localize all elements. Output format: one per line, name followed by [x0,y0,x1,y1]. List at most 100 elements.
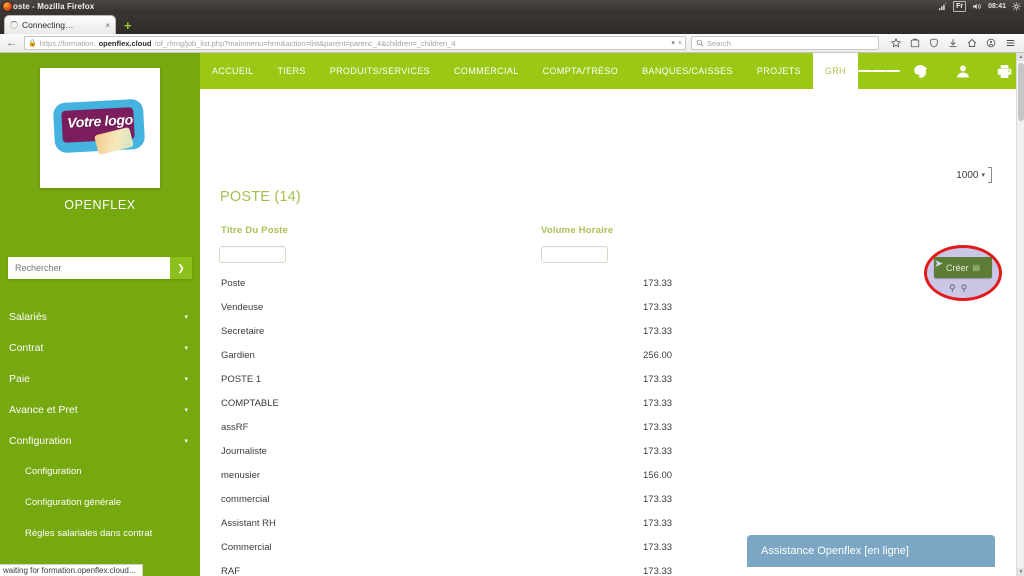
search-input[interactable] [8,257,170,279]
scroll-up-arrow-icon[interactable]: ▲ [1017,53,1024,61]
table-row[interactable]: Poste 173.33 [200,271,1016,295]
nav-item-projets[interactable]: PROJETS [745,53,813,89]
url-clear-icon[interactable]: × [678,40,682,47]
cell-titre: assRF [221,421,249,433]
palette-icon[interactable] [900,53,942,89]
cell-volume: 173.33 [643,421,673,433]
magnifier-icon[interactable]: ⚲ [961,283,968,294]
browser-nav-bar: ← 🔒 https://formation. openflex.cloud /o… [0,34,1024,53]
network-icon[interactable] [938,2,947,11]
app-nav-links: ACCUEIL TIERS PRODUITS/SERVICES COMMERCI… [200,53,858,89]
bookmark-star-icon[interactable] [891,38,901,48]
lock-icon: 🔒 [28,40,37,47]
clock[interactable]: 08:41 [988,3,1006,10]
pocket-icon[interactable] [910,38,920,48]
hamburger-menu-icon[interactable] [1005,38,1016,48]
cell-titre: Secretaire [221,325,265,337]
settings-gear-icon[interactable] [1012,2,1021,11]
table-row[interactable]: commercial 173.33 [200,487,1016,511]
nav-item-tiers[interactable]: TIERS [265,53,317,89]
sidebar-subitem-regles-salariales[interactable]: Règles salariales dans contrat [0,518,200,549]
page-size-selector[interactable]: 1000 ▾ [956,167,992,183]
new-tab-button[interactable]: + [124,19,132,32]
nav-item-commercial[interactable]: COMMERCIAL [442,53,531,89]
table-row[interactable]: Assistant RH 173.33 [200,511,1016,535]
cell-volume: 173.33 [643,325,673,337]
back-button[interactable]: ← [4,37,19,49]
chevron-down-icon[interactable]: ▾ [981,171,985,179]
shield-icon[interactable] [929,38,939,48]
filter-input-titre-du-poste[interactable] [219,246,286,263]
nav-item-grh[interactable]: GRH [812,53,858,89]
cell-titre: COMPTABLE [221,397,279,409]
scrollbar-thumb[interactable] [1018,63,1024,121]
sidebar-search[interactable]: ❯ [8,257,192,279]
sidebar-subitem-configuration[interactable]: Configuration [0,456,200,487]
table-row[interactable]: COMPTABLE 173.33 [200,391,1016,415]
cell-volume: 173.33 [643,493,673,505]
sidebar-item-label: Configuration [9,434,72,447]
keyboard-layout-indicator[interactable]: Fr [953,1,967,12]
browser-search-box[interactable]: Search [691,36,879,50]
sidebar-item-label: Paie [9,372,31,385]
table-row[interactable]: Vendeuse 173.33 [200,295,1016,319]
table-row[interactable]: Journaliste 173.33 [200,439,1016,463]
column-header-volume-horaire[interactable]: Volume Horaire [541,225,613,236]
cell-volume: 173.33 [643,373,673,385]
cell-titre: Journaliste [221,445,267,457]
account-icon[interactable] [986,38,996,48]
volume-icon[interactable] [972,2,982,11]
column-header-titre-du-poste[interactable]: Titre Du Poste [221,225,288,236]
os-title-bar: oste - Mozilla Firefox Fr 08:41 [0,0,1024,13]
system-tray: Fr 08:41 [938,1,1021,12]
table-row[interactable]: assRF 173.33 [200,415,1016,439]
home-icon[interactable] [967,38,977,48]
sidebar-item-salaries[interactable]: Salariés ▾ [0,301,200,332]
magnifier-icon[interactable]: ⚲ [949,283,956,294]
table-row[interactable]: Gardien 256.00 [200,343,1016,367]
logo-card: Votre logo [40,68,160,188]
annotation-highlight-circle: Créer ▤ ➤ ⚲ ⚲ [924,245,1002,301]
sidebar-item-label: Salariés [9,310,47,323]
user-icon[interactable] [942,53,984,89]
tab-close-icon[interactable]: × [105,21,110,30]
url-history-caret-icon[interactable]: ▾ [667,39,675,47]
address-bar[interactable]: 🔒 https://formation. openflex.cloud /of_… [24,36,686,50]
table-row[interactable]: POSTE 1 173.33 [200,367,1016,391]
cell-volume: 173.33 [643,301,673,313]
url-scheme-host-prefix: https://formation. [39,38,96,48]
search-icon [696,39,704,47]
page-size-value: 1000 [956,169,979,181]
assistance-chat-widget[interactable]: Assistance Openflex [en ligne] [747,535,995,567]
table-row[interactable]: Secretaire 173.33 [200,319,1016,343]
cell-titre: Poste [221,277,246,289]
table-row[interactable]: menusier 156.00 [200,463,1016,487]
browser-tab[interactable]: Connecting… × [4,15,116,34]
main-content: 1000 ▾ POSTE (14) Titre Du Poste Volume … [200,89,1016,576]
sidebar-item-contrat[interactable]: Contrat ▾ [0,332,200,363]
chevron-down-icon: ▾ [184,375,188,383]
sidebar-item-avance-et-pret[interactable]: Avance et Pret ▾ [0,394,200,425]
cell-volume: 173.33 [643,445,673,457]
cell-titre: RAF [221,565,240,576]
page-scrollbar[interactable]: ▲ ▼ [1016,53,1024,576]
votre-logo-image: Votre logo [52,97,148,159]
download-icon[interactable] [948,38,958,48]
hamburger-menu-icon[interactable] [857,53,900,89]
selector-bracket [988,167,992,183]
filter-input-volume-horaire[interactable] [541,246,608,263]
sidebar-item-configuration[interactable]: Configuration ▾ [0,425,200,456]
search-placeholder: Search [707,38,731,48]
nav-item-compta-treso[interactable]: COMPTA/TRÉSO [531,53,631,89]
nav-item-produits-services[interactable]: PRODUITS/SERVICES [318,53,442,89]
search-dropdown-icon[interactable]: ❯ [170,257,192,279]
scroll-down-arrow-icon[interactable]: ▼ [1017,568,1024,576]
sidebar-item-paie[interactable]: Paie ▾ [0,363,200,394]
nav-item-accueil[interactable]: ACCUEIL [200,53,265,89]
cell-titre: POSTE 1 [221,373,262,385]
browser-toolbar-icons [884,38,1020,48]
cell-titre: Commercial [221,541,272,553]
sidebar-menu: Salariés ▾ Contrat ▾ Paie ▾ Avance et Pr… [0,301,200,549]
sidebar-subitem-configuration-generale[interactable]: Configuration générale [0,487,200,518]
nav-item-banques-caisses[interactable]: BANQUES/CAISSES [630,53,745,89]
